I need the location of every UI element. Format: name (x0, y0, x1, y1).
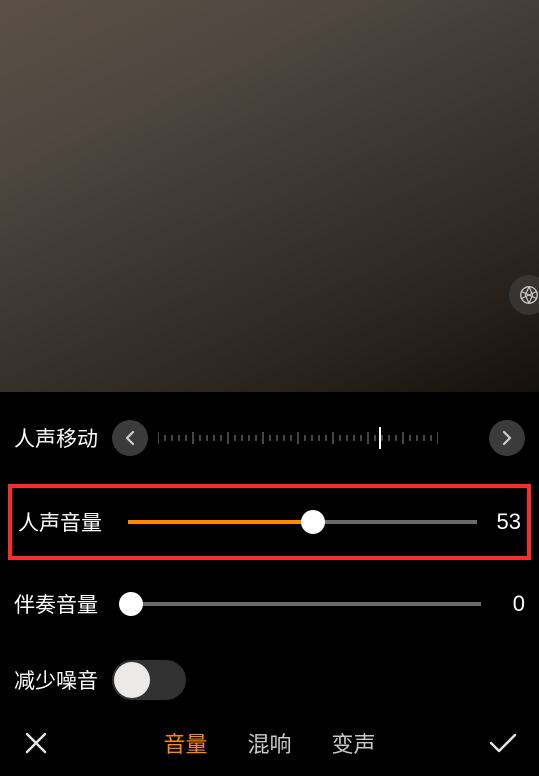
voice-volume-fill (128, 520, 313, 524)
check-icon (488, 732, 518, 754)
accompaniment-volume-label: 伴奏音量 (14, 589, 112, 619)
reduce-noise-row: 减少噪音 (14, 650, 525, 710)
ruler-ticks-icon (158, 428, 438, 448)
preview-area (0, 0, 539, 392)
camera-button[interactable] (509, 275, 539, 315)
confirm-button[interactable] (481, 721, 525, 765)
aperture-icon (518, 284, 539, 306)
tab-reverb[interactable]: 混响 (247, 727, 291, 759)
voice-shift-row: 人声移动 (14, 408, 525, 468)
chevron-left-icon (124, 430, 136, 446)
voice-volume-highlight: 人声音量 53 (8, 484, 531, 560)
voice-volume-row: 人声音量 53 (18, 496, 521, 548)
voice-shift-next-button[interactable] (489, 420, 525, 456)
voice-shift-indicator[interactable] (379, 427, 381, 449)
reduce-noise-label: 减少噪音 (14, 665, 112, 695)
toggle-thumb (114, 662, 150, 698)
accompaniment-volume-value: 0 (493, 591, 525, 617)
tab-bar: 音量 混响 变声 (0, 710, 539, 776)
close-button[interactable] (14, 721, 58, 765)
accompaniment-volume-row: 伴奏音量 0 (14, 574, 525, 634)
reduce-noise-toggle[interactable] (112, 660, 186, 700)
tabs: 音量 混响 变声 (58, 727, 481, 759)
controls-panel: 人声移动 (0, 392, 539, 710)
tab-volume[interactable]: 音量 (163, 727, 207, 759)
close-icon (23, 730, 49, 756)
voice-volume-value: 53 (489, 509, 521, 535)
tab-voice-change[interactable]: 变声 (332, 727, 376, 759)
voice-shift-label: 人声移动 (14, 423, 112, 453)
chevron-right-icon (501, 430, 513, 446)
voice-shift-ruler[interactable] (158, 424, 479, 452)
voice-shift-prev-button[interactable] (112, 420, 148, 456)
accompaniment-volume-slider[interactable] (124, 602, 481, 606)
voice-volume-slider[interactable] (128, 520, 477, 524)
voice-volume-thumb[interactable] (301, 510, 325, 534)
accompaniment-thumb[interactable] (119, 592, 143, 616)
voice-volume-label: 人声音量 (18, 507, 116, 537)
